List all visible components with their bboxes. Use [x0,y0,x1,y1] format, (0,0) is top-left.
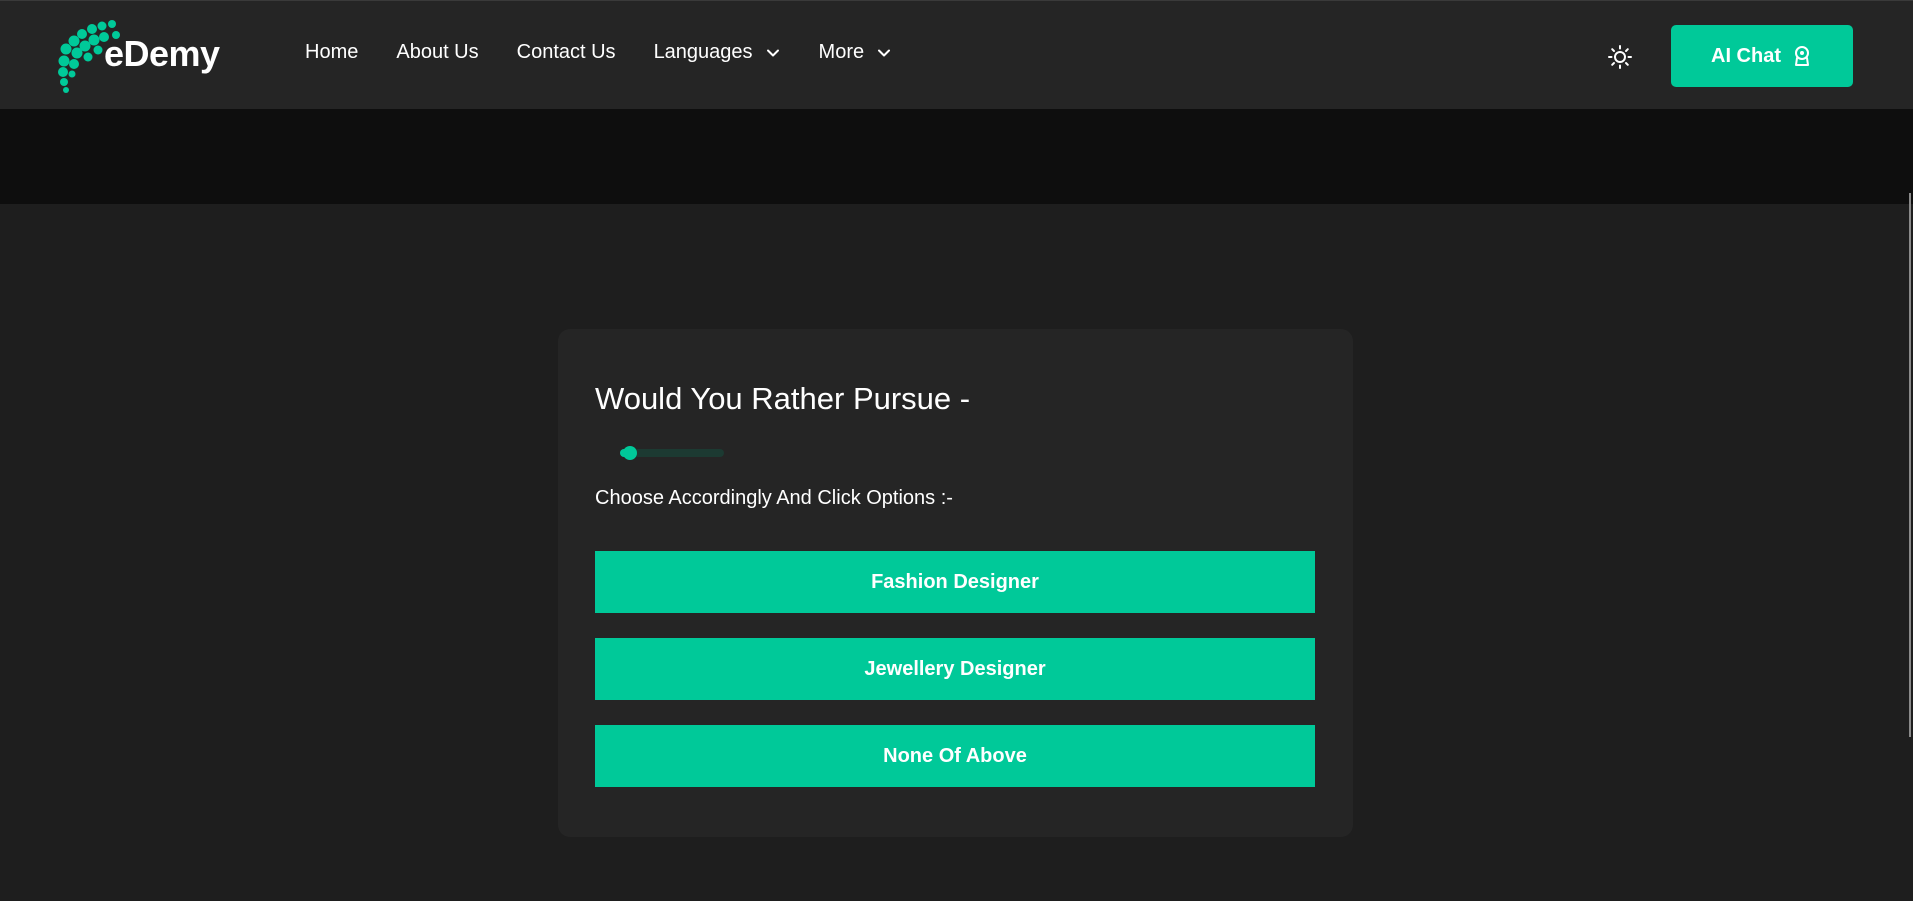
bot-icon [1795,46,1809,66]
quiz-question: Would You Rather Pursue - [595,381,971,416]
navbar: eDemy Home About Us Contact Us Languages… [0,0,1913,109]
nav-home-label: Home [305,41,359,63]
nav-contact-us[interactable]: Contact Us [517,41,616,64]
chevron-down-icon [878,49,891,56]
quiz-instruction: Choose Accordingly And Click Options :- [595,487,953,509]
option-none-of-above-button[interactable]: None Of Above [595,725,1315,787]
nav-more-label: More [818,41,865,63]
ai-chat-label: AI Chat [1711,44,1781,67]
nav-about-us-label: About Us [396,41,479,63]
theme-toggle-button[interactable] [1606,43,1634,71]
nav-contact-us-label: Contact Us [516,41,616,63]
quiz-progress-indicator [623,446,638,460]
main-nav: Home About Us Contact Us Languages More [305,41,930,64]
edemy-logo[interactable]: eDemy [58,19,228,93]
page-scrollbar[interactable] [1909,193,1911,737]
sun-icon [1608,45,1632,69]
chevron-down-icon [766,49,779,56]
option-jewellery-designer-button[interactable]: Jewellery Designer [595,638,1315,700]
nav-home[interactable]: Home [305,41,358,64]
nav-languages-label: Languages [653,41,753,63]
quiz-progress-bar [620,446,724,460]
nav-about-us[interactable]: About Us [396,41,478,64]
page-banner [0,109,1913,204]
quiz-card: Would You Rather Pursue - Choose Accordi… [558,329,1353,837]
ai-chat-button[interactable]: AI Chat [1671,25,1853,87]
logo-text: eDemy [104,33,220,74]
nav-languages-dropdown[interactable]: Languages [654,41,781,64]
option-fashion-designer-button[interactable]: Fashion Designer [595,551,1315,613]
nav-more-dropdown[interactable]: More [819,41,893,64]
